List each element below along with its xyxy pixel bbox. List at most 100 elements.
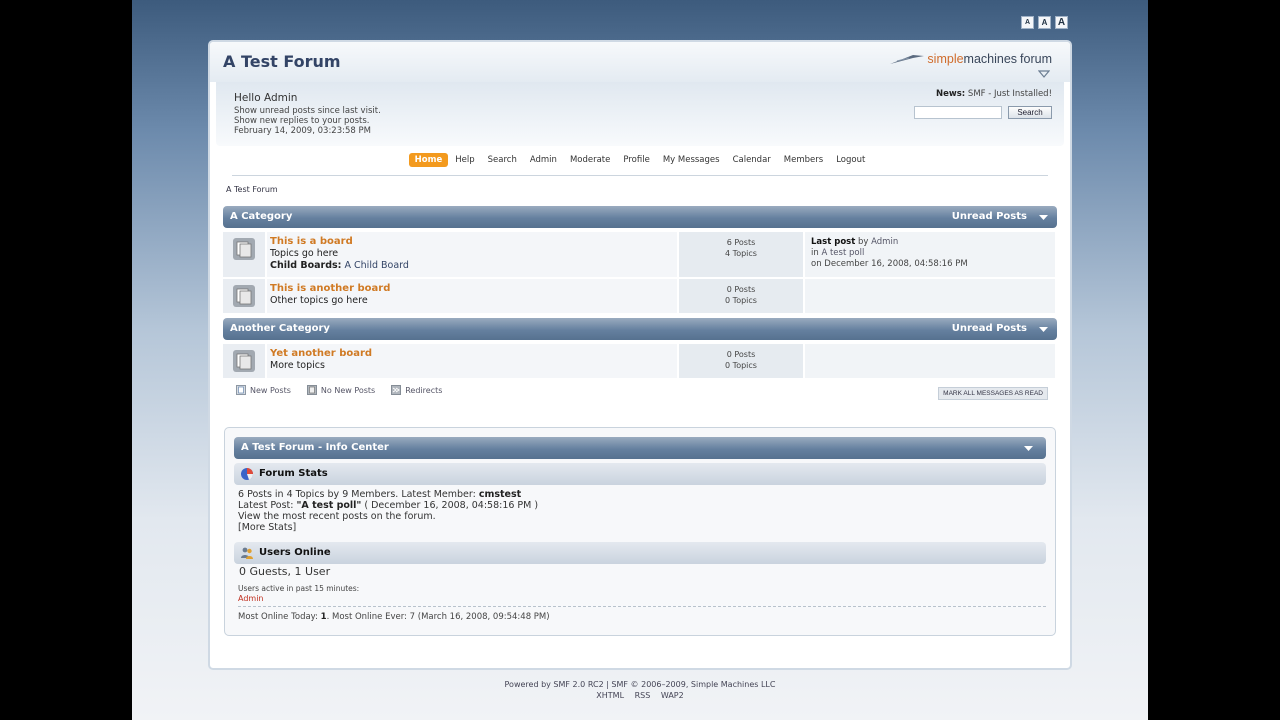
font-size-small-button[interactable]: A: [1021, 16, 1034, 29]
active-users-label: Users active in past 15 minutes:: [238, 584, 360, 593]
menu-home[interactable]: Home: [408, 153, 449, 167]
menu-my-messages[interactable]: My Messages: [657, 153, 726, 167]
collapse-toggle-icon[interactable]: [1038, 212, 1049, 222]
info-center-title: A Test Forum - Info Center: [241, 442, 389, 453]
board-stats-cell: 0 Posts 0 Topics: [679, 344, 803, 378]
last-post-date: on December 16, 2008, 04:58:16 PM: [811, 259, 968, 269]
unread-posts-link[interactable]: Unread Posts: [952, 211, 1027, 222]
footer-link-rss[interactable]: RSS: [635, 691, 651, 700]
unread-posts-link[interactable]: Unread Posts: [952, 323, 1027, 334]
online-user-link[interactable]: Admin: [238, 594, 264, 603]
current-datetime: February 14, 2009, 03:23:58 PM: [234, 126, 371, 136]
board-name-link[interactable]: Yet another board: [270, 348, 674, 359]
category-title[interactable]: Another Category: [230, 323, 330, 334]
board-row-yet-another-board: Yet another board More topics 0 Posts 0 …: [223, 344, 1055, 378]
header-collapse-icon[interactable]: [1038, 70, 1050, 79]
stats-summary: 6 Posts in 4 Topics by 9 Members. Latest…: [238, 489, 479, 500]
menu-logout[interactable]: Logout: [830, 153, 871, 167]
board-info-cell: Yet another board More topics: [267, 344, 677, 378]
board-description: More topics: [270, 360, 325, 371]
topics-count: 0 Topics: [725, 296, 757, 305]
users-online-icon: [241, 547, 253, 559]
font-size-large-button[interactable]: A: [1055, 16, 1068, 29]
collapse-toggle-icon[interactable]: [1038, 324, 1049, 334]
breadcrumb[interactable]: A Test Forum: [226, 185, 278, 194]
menu-members[interactable]: Members: [778, 153, 829, 167]
forum-title[interactable]: A Test Forum: [223, 52, 341, 71]
no-new-posts-icon: [233, 350, 255, 372]
last-post-cell: Last post by Admin in A test poll on Dec…: [805, 232, 1055, 277]
board-row-this-is-a-board: This is a board Topics go here Child Boa…: [223, 232, 1055, 277]
child-boards: Child Boards: A Child Board: [270, 260, 674, 271]
board-name-link[interactable]: This is another board: [270, 283, 674, 294]
category-header-another-category[interactable]: Another Category Unread Posts: [223, 318, 1057, 340]
child-boards-label: Child Boards:: [270, 260, 342, 271]
mark-all-read-button[interactable]: MARK ALL MESSAGES AS READ: [938, 387, 1048, 400]
board-icon-cell: [223, 232, 265, 277]
board-row-this-is-another-board: This is another board Other topics go he…: [223, 279, 1055, 313]
menu-admin[interactable]: Admin: [524, 153, 563, 167]
menu-help[interactable]: Help: [449, 153, 480, 167]
board-legend: New Posts No New Posts Redirects: [236, 385, 442, 395]
search-button[interactable]: Search: [1008, 106, 1052, 119]
posts-count: 6 Posts: [726, 238, 756, 247]
footer-link-wap2[interactable]: WAP2: [661, 691, 684, 700]
last-post-author-link[interactable]: Admin: [871, 237, 898, 247]
last-post-label: Last post: [811, 237, 856, 247]
users-online-title[interactable]: Users Online: [259, 547, 331, 558]
forum-stats-header: Forum Stats: [234, 463, 1046, 485]
forum-stats-title[interactable]: Forum Stats: [259, 468, 328, 479]
smf-logo-icon: [890, 55, 925, 64]
guests-users-count: 0 Guests, 1 User: [239, 565, 331, 578]
latest-post-date: ( December 16, 2008, 04:58:16 PM ): [361, 500, 539, 511]
most-online-ever: . Most Online Ever: 7 (March 16, 2008, 0…: [326, 612, 550, 622]
new-replies-link[interactable]: Show new replies to your posts.: [234, 116, 369, 126]
topics-count: 4 Topics: [725, 249, 757, 258]
menu-divider: [232, 175, 1048, 176]
user-section: Hello Admin Show unread posts since last…: [216, 82, 1064, 146]
footer-link-xhtml[interactable]: XHTML: [596, 691, 624, 700]
latest-member-link[interactable]: cmstest: [479, 489, 521, 500]
logo-word-machines: machines: [963, 52, 1018, 66]
latest-post-link[interactable]: "A test poll": [296, 500, 361, 511]
legend-new-posts: New Posts: [236, 385, 291, 395]
board-stats-cell: 0 Posts 0 Topics: [679, 279, 803, 313]
last-post-by: by: [855, 237, 872, 247]
info-center: A Test Forum - Info Center Forum Stats 6…: [224, 427, 1056, 636]
greeting: Hello Admin: [234, 92, 298, 104]
search-input[interactable]: [914, 106, 1002, 119]
info-center-header[interactable]: A Test Forum - Info Center: [234, 437, 1046, 459]
header: A Test Forum simple machines forum: [210, 42, 1070, 82]
category-header-a-category[interactable]: A Category Unread Posts: [223, 206, 1057, 228]
board-name-link[interactable]: This is a board: [270, 236, 674, 247]
news-label: News:: [936, 89, 966, 99]
collapse-toggle-icon[interactable]: [1023, 443, 1034, 453]
footer-copyright[interactable]: Powered by SMF 2.0 RC2 | SMF © 2006–2009…: [132, 679, 1148, 690]
category-title[interactable]: A Category: [230, 211, 292, 222]
menu-moderate[interactable]: Moderate: [564, 153, 616, 167]
menu-profile[interactable]: Profile: [617, 153, 655, 167]
menu-search[interactable]: Search: [482, 153, 523, 167]
footer: Powered by SMF 2.0 RC2 | SMF © 2006–2009…: [132, 679, 1148, 701]
no-new-posts-icon: [233, 285, 255, 307]
child-board-link[interactable]: A Child Board: [341, 260, 409, 271]
forum-wrapper: A Test Forum simple machines forum Hello…: [208, 40, 1072, 670]
last-post-topic-link[interactable]: A test poll: [821, 248, 864, 258]
font-size-controls: A A A: [1021, 16, 1068, 29]
stats-line-members: 6 Posts in 4 Topics by 9 Members. Latest…: [238, 489, 521, 500]
legend-redirects-label: Redirects: [405, 385, 443, 395]
unread-posts-link[interactable]: Show unread posts since last visit.: [234, 106, 381, 116]
most-online-stats: Most Online Today: 1. Most Online Ever: …: [238, 612, 550, 622]
font-size-medium-button[interactable]: A: [1038, 16, 1051, 29]
posts-count: 0 Posts: [726, 350, 756, 359]
news-text: SMF - Just Installed!: [965, 89, 1052, 99]
legend-no-new-posts: No New Posts: [306, 385, 375, 395]
more-stats-link[interactable]: [More Stats]: [238, 522, 296, 533]
menu-calendar[interactable]: Calendar: [727, 153, 777, 167]
divider: [238, 606, 1046, 607]
legend-redirects: Redirects: [391, 385, 442, 395]
recent-posts-link[interactable]: View the most recent posts on the forum.: [238, 511, 436, 522]
board-icon-cell: [223, 279, 265, 313]
logo-word-simple: simple: [927, 52, 964, 66]
smf-logo[interactable]: simple machines forum: [889, 52, 1052, 66]
